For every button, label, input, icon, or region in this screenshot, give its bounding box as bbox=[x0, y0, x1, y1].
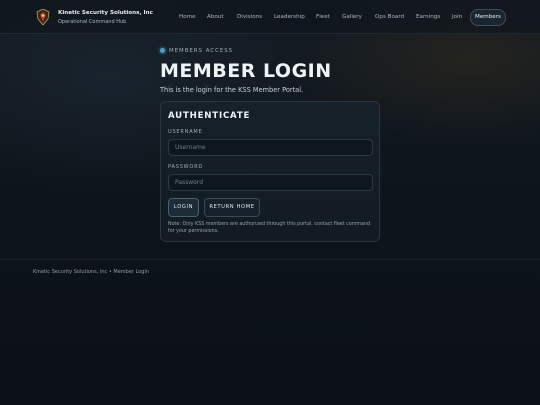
status-dot-icon bbox=[160, 48, 165, 53]
footer-divider bbox=[0, 259, 540, 260]
password-label: PASSWORD bbox=[168, 164, 204, 170]
nav-earnings[interactable]: Earnings bbox=[416, 9, 440, 25]
username-input[interactable] bbox=[168, 139, 373, 156]
nav-members-button[interactable]: Members bbox=[470, 9, 506, 26]
footer-text: Kinetic Security Solutions, Inc • Member… bbox=[33, 269, 150, 275]
nav-gallery[interactable]: Gallery bbox=[342, 9, 362, 25]
brand-name[interactable]: Kinetic Security Solutions, Inc bbox=[58, 10, 153, 16]
nav-home[interactable]: Home bbox=[179, 9, 196, 25]
login-button[interactable]: LOGIN bbox=[168, 198, 199, 217]
nav-join[interactable]: Join bbox=[452, 9, 462, 25]
username-label: USERNAME bbox=[168, 129, 203, 135]
card-title: AUTHENTICATE bbox=[168, 111, 251, 121]
nav-leadership[interactable]: Leadership bbox=[274, 9, 305, 25]
nav-about[interactable]: About bbox=[207, 9, 224, 25]
nav-ops-board[interactable]: Ops Board bbox=[375, 9, 404, 25]
page-subtitle: This is the login for the KSS Member Por… bbox=[160, 86, 304, 94]
nav-fleet[interactable]: Fleet bbox=[316, 9, 330, 25]
login-card: AUTHENTICATE USERNAME PASSWORD LOGIN RET… bbox=[160, 101, 380, 242]
top-header: Kinetic Security Solutions, Inc Operatio… bbox=[0, 0, 540, 34]
brand-subtitle: Operational Command Hub bbox=[58, 19, 127, 25]
authorization-note: Note: Only KSS members are authorized th… bbox=[168, 222, 371, 234]
members-access-eyebrow: MEMBERS ACCESS bbox=[160, 48, 233, 54]
kss-shield-logo-icon[interactable] bbox=[36, 9, 50, 25]
password-input[interactable] bbox=[168, 174, 373, 191]
nav-divisions[interactable]: Divisions bbox=[237, 9, 262, 25]
eyebrow-label: MEMBERS ACCESS bbox=[169, 48, 234, 54]
page-title: MEMBER LOGIN bbox=[160, 60, 332, 82]
page: Kinetic Security Solutions, Inc Operatio… bbox=[0, 0, 540, 405]
return-home-button[interactable]: RETURN HOME bbox=[204, 198, 260, 217]
